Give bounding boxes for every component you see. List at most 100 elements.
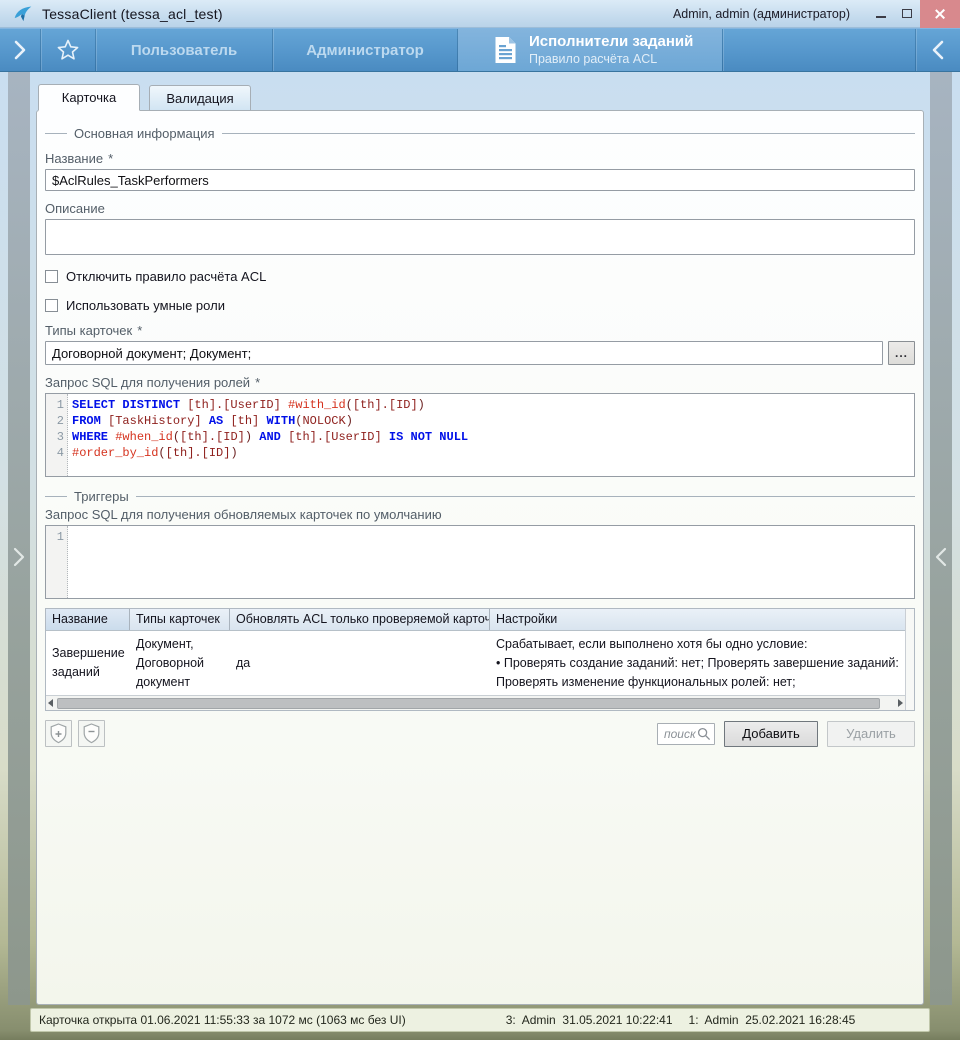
settings-line: Проверять изменение функциональных ролей… [496, 673, 899, 692]
required-asterisk: * [255, 375, 260, 390]
navbar: Пользователь Администратор Исполнители з… [0, 28, 960, 72]
card-types-input[interactable]: Договорной документ; Документ; [45, 341, 883, 365]
group-line [222, 133, 916, 134]
nav-item-user[interactable]: Пользователь [96, 29, 272, 71]
triggers-grid-header: Название Типы карточек Обновлять ACL тол… [46, 609, 905, 631]
shield-plus-icon [50, 723, 67, 744]
column-header-update-only-checked[interactable]: Обновлять ACL только проверяемой карточк… [230, 609, 490, 630]
sql-roles-gutter: 1234 [46, 394, 68, 476]
card-panel: Основная информация Название * $AclRules_… [36, 110, 924, 1005]
settings-line: Срабатывает, если выполнено хотя бы одно… [496, 635, 899, 654]
search-input[interactable]: поиск [657, 723, 715, 745]
nav-filler [723, 29, 915, 71]
group-triggers: Триггеры [45, 488, 915, 504]
card-types-row: Договорной документ; Документ; ... [45, 341, 915, 365]
grid-vertical-scrollbar[interactable] [905, 609, 914, 710]
sql-update-label: Запрос SQL для получения обновляемых кар… [45, 507, 915, 522]
right-panel-toggle[interactable] [930, 72, 952, 1005]
star-icon [56, 38, 80, 62]
maximize-icon [902, 9, 912, 18]
trigger-name-cell: Завершение заданий [46, 631, 130, 695]
nav-item-task-performers[interactable]: Исполнители заданий Правило расчёта ACL [458, 29, 722, 71]
disable-acl-checkbox[interactable] [45, 270, 58, 283]
name-label-row: Название * [45, 151, 915, 166]
tab-card[interactable]: Карточка [38, 84, 140, 111]
shield-minus-icon [83, 723, 100, 744]
settings-line: • Проверять создание заданий: нет; Прове… [496, 654, 899, 673]
card-types-ellipsis-button[interactable]: ... [888, 341, 915, 365]
name-input[interactable]: $AclRules_TaskPerformers [45, 169, 915, 191]
acl-shield-remove-button[interactable] [78, 720, 105, 747]
nav-active-text: Исполнители заданий Правило расчёта ACL [529, 33, 693, 67]
delete-button[interactable]: Удалить [827, 721, 915, 747]
status-card-opened: Карточка открыта 01.06.2021 11:55:33 за … [39, 1013, 406, 1027]
window-title: TessaClient (tessa_acl_test) [42, 6, 223, 22]
group-line [45, 496, 67, 497]
nav-expand-left-button[interactable] [0, 29, 40, 71]
status-version-1: 1: Admin 25.02.2021 16:28:45 [689, 1013, 856, 1027]
left-panel-toggle[interactable] [8, 72, 30, 1005]
search-placeholder: поиск [664, 727, 697, 741]
titlebar-user: Admin, admin (администратор) [673, 7, 850, 21]
search-icon [697, 727, 711, 741]
triggers-grid: Название Типы карточек Обновлять ACL тол… [45, 608, 915, 711]
sql-roles-label-row: Запрос SQL для получения ролей * [45, 375, 915, 390]
scroll-thumb[interactable] [57, 698, 880, 709]
smart-roles-label: Использовать умные роли [66, 298, 225, 313]
sql-update-editor[interactable]: 1 [45, 525, 915, 599]
scroll-left-button[interactable] [48, 699, 53, 707]
name-label: Название [45, 151, 103, 166]
sql-update-gutter: 1 [46, 526, 68, 598]
trigger-row[interactable]: Завершение заданий Документ, Договорной … [46, 631, 905, 695]
close-icon [934, 8, 946, 20]
sql-roles-code[interactable]: SELECT DISTINCT [th].[UserID] #with_id([… [68, 394, 914, 476]
maximize-button[interactable] [894, 0, 920, 28]
sql-update-code[interactable] [68, 526, 914, 598]
nav-active-subtitle: Правило расчёта ACL [529, 52, 693, 68]
app-logo-bird-icon [13, 4, 33, 24]
required-asterisk: * [137, 323, 142, 338]
nav-active-title: Исполнители заданий [529, 33, 693, 52]
group-line [136, 496, 915, 497]
trigger-card-types-cell: Документ, Договорной документ [130, 631, 230, 695]
trigger-settings-cell: Срабатывает, если выполнено хотя бы одно… [490, 631, 905, 695]
description-input[interactable] [45, 219, 915, 255]
minimize-icon [876, 16, 886, 18]
close-button[interactable] [920, 0, 960, 28]
chevron-left-icon [932, 544, 950, 570]
statusbar: Карточка открыта 01.06.2021 11:55:33 за … [30, 1008, 930, 1032]
scroll-right-button[interactable] [898, 699, 903, 707]
nav-collapse-right-button[interactable] [916, 29, 960, 71]
column-header-settings[interactable]: Настройки [490, 609, 905, 630]
trigger-update-only-checked-cell: да [230, 631, 490, 695]
group-triggers-title: Триггеры [74, 489, 129, 504]
grid-horizontal-scrollbar[interactable] [46, 695, 905, 710]
minimize-button[interactable] [868, 0, 894, 28]
description-label: Описание [45, 201, 915, 216]
column-header-card-types[interactable]: Типы карточек [130, 609, 230, 630]
chevron-right-icon [12, 38, 28, 62]
smart-roles-row: Использовать умные роли [45, 298, 915, 313]
grid-toolbar: поиск Добавить Удалить [45, 720, 915, 747]
group-main-info-title: Основная информация [74, 126, 215, 141]
favorites-button[interactable] [41, 29, 95, 71]
sql-roles-label: Запрос SQL для получения ролей [45, 375, 250, 390]
content-frame: Карточка Валидация Основная информация Н… [0, 72, 960, 1040]
status-version-3: 3: Admin 31.05.2021 10:22:41 [506, 1013, 673, 1027]
chevron-right-icon [10, 544, 28, 570]
chevron-left-icon [930, 38, 946, 62]
nav-item-admin[interactable]: Администратор [273, 29, 457, 71]
column-header-name[interactable]: Название [46, 609, 130, 630]
tab-strip: Карточка Валидация [38, 84, 251, 111]
acl-shield-add-button[interactable] [45, 720, 72, 747]
disable-acl-label: Отключить правило расчёта ACL [66, 269, 266, 284]
add-button[interactable]: Добавить [724, 721, 818, 747]
group-main-info: Основная информация [45, 125, 915, 141]
app-window: TessaClient (tessa_acl_test) Admin, admi… [0, 0, 960, 1040]
smart-roles-checkbox[interactable] [45, 299, 58, 312]
group-line [45, 133, 67, 134]
required-asterisk: * [108, 151, 113, 166]
sql-roles-editor[interactable]: 1234 SELECT DISTINCT [th].[UserID] #with… [45, 393, 915, 477]
card-types-label-row: Типы карточек* [45, 323, 915, 338]
tab-validation[interactable]: Валидация [149, 85, 251, 111]
